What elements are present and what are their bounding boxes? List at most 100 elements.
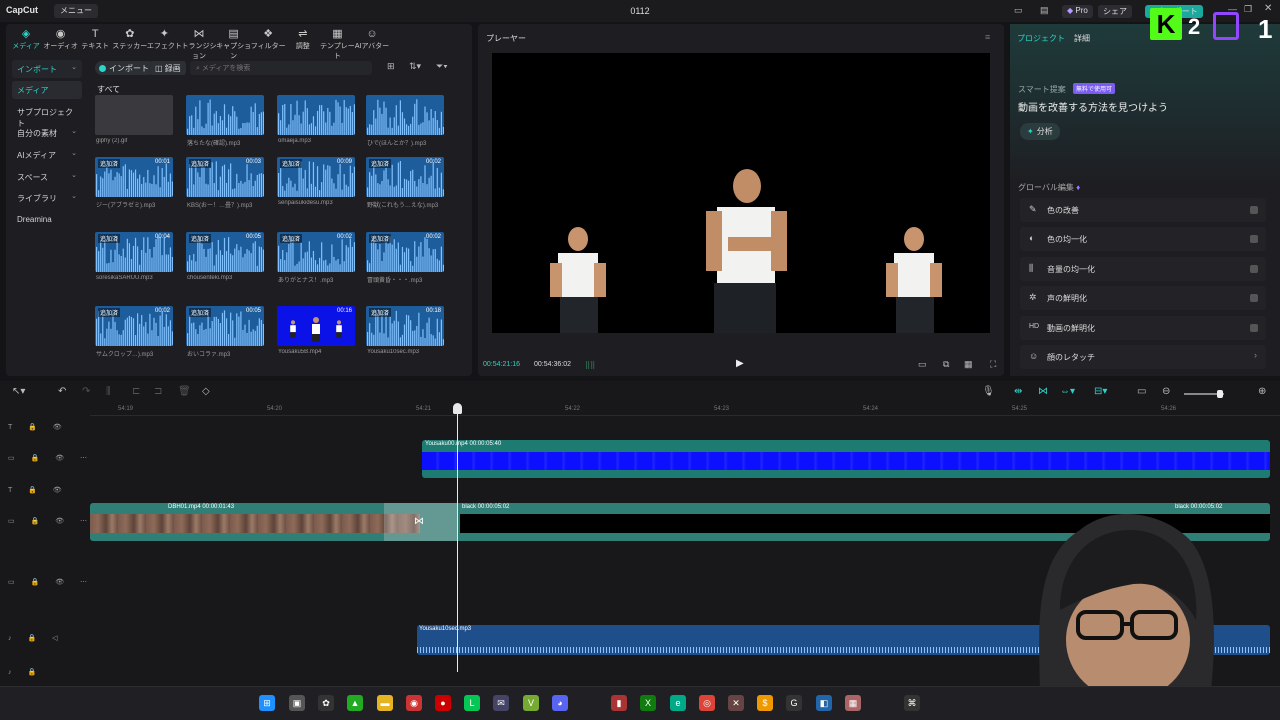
nvidia-icon[interactable]: ▲ — [347, 695, 363, 711]
app2-icon[interactable]: ◧ — [816, 695, 832, 711]
media-item[interactable]: 追加済 00:04 — [95, 232, 173, 272]
player-menu-icon[interactable]: ≡ — [985, 32, 990, 42]
redo-icon[interactable]: ↷ — [82, 386, 90, 397]
media-item[interactable] — [277, 95, 355, 135]
share-button[interactable]: シェア — [1098, 5, 1132, 18]
sidebar-item-6[interactable]: ライブラリ ⌄ — [12, 189, 82, 207]
feature-toggle[interactable] — [1250, 264, 1258, 273]
snap-icon[interactable]: ⇔▾ — [1060, 386, 1075, 397]
line-icon[interactable]: L — [464, 695, 480, 711]
feature-face[interactable]: ☺ 顔のレタッチ › — [1020, 345, 1266, 369]
zoom-in-icon[interactable]: ⊕ — [1258, 386, 1266, 397]
tab-text[interactable]: T テキスト — [77, 28, 113, 51]
ratio-icon[interactable]: ▭ — [918, 359, 927, 370]
window-icon[interactable]: ▤ — [1040, 5, 1049, 16]
media-item[interactable]: 追加済 00:01 — [95, 157, 173, 197]
v-icon[interactable]: V — [523, 695, 539, 711]
tab-caption[interactable]: ▤ キャプション — [216, 28, 252, 61]
media-item[interactable]: 00:16 — [277, 306, 355, 346]
xbox-icon[interactable]: X — [640, 695, 656, 711]
edge-icon[interactable]: e — [670, 695, 686, 711]
media-item[interactable]: 追加済 00:02 — [95, 306, 173, 346]
media-item[interactable]: 追加済 00:03 — [186, 157, 264, 197]
transition-icon[interactable]: ⋈ — [414, 516, 424, 527]
tab-transition[interactable]: ⋈ トランジション — [181, 28, 217, 61]
media-item[interactable]: 追加済 00:18 — [366, 306, 444, 346]
video-preview[interactable] — [492, 53, 990, 333]
folder-icon[interactable]: ▬ — [377, 695, 393, 711]
tab-project[interactable]: プロジェクト — [1017, 33, 1065, 44]
fullscreen-icon[interactable]: ⛶ — [990, 359, 996, 370]
playhead[interactable] — [457, 404, 458, 672]
media-item[interactable]: 追加済 00:05 — [186, 306, 264, 346]
sidebar-item-7[interactable]: Dreamina — [12, 211, 82, 229]
mic-icon[interactable]: 🎙 — [982, 386, 995, 397]
import-toggle[interactable]: インポート — [95, 61, 155, 75]
analyze-button[interactable]: ✦ 分析 — [1020, 123, 1060, 140]
caption-icon[interactable]: ▭ — [1137, 386, 1146, 397]
marker-icon[interactable]: ◇ — [202, 386, 210, 397]
feature-color-wand[interactable]: ✎ 色の改善 — [1020, 198, 1266, 222]
game-icon[interactable]: ✕ — [728, 695, 744, 711]
chat-icon[interactable]: ✉ — [493, 695, 509, 711]
media-item[interactable] — [366, 95, 444, 135]
delete-icon[interactable]: 🗑 — [178, 386, 191, 397]
feature-hd[interactable]: HD 動画の鮮明化 — [1020, 315, 1266, 340]
magnet-icon[interactable]: ⋈ — [1038, 386, 1048, 397]
file-manager-icon[interactable]: ▣ — [289, 695, 305, 711]
media-search-input[interactable]: ⌕ メディアを検索 — [190, 61, 372, 75]
track-control-icons[interactable]: ▭ 🔒 👁 ⋯ — [8, 454, 94, 462]
image-icon[interactable]: ▦ — [845, 695, 861, 711]
feature-volume[interactable]: ⫼ 音量の均一化 — [1020, 256, 1266, 281]
sidebar-item-5[interactable]: スペース ⌄ — [12, 168, 82, 186]
feature-voice[interactable]: ✲ 声の鮮明化 — [1020, 286, 1266, 311]
coin-icon[interactable]: $ — [757, 695, 773, 711]
media-item[interactable] — [186, 95, 264, 135]
record-button[interactable]: ◫ 録画 — [150, 61, 186, 75]
feature-toggle[interactable] — [1250, 323, 1258, 332]
layout-icon[interactable]: ▭ — [1014, 5, 1023, 16]
undo-icon[interactable]: ↶ — [58, 386, 66, 397]
tab-sticker[interactable]: ✿ ステッカー — [112, 28, 148, 51]
g-icon[interactable]: G — [786, 695, 802, 711]
sort-icon[interactable]: ⇅▾ — [409, 61, 421, 72]
close-icon[interactable]: ✕ — [1264, 3, 1272, 14]
track-control-icons[interactable]: T 🔒 👁 — [8, 486, 69, 494]
trim-right-icon[interactable]: ⊐ — [154, 386, 162, 397]
sidebar-item-2[interactable]: サブプロジェクト — [12, 103, 82, 128]
tab-audio[interactable]: ◉ オーディオ — [43, 28, 79, 51]
media-item[interactable]: 追加済 00:02 — [366, 157, 444, 197]
chrome-icon[interactable]: ◎ — [699, 695, 715, 711]
lips-icon[interactable]: ◉ — [406, 695, 422, 711]
tab-details[interactable]: 詳細 — [1074, 33, 1090, 44]
trim-left-icon[interactable]: ⊏ — [132, 386, 140, 397]
split-icon[interactable]: ⫼ — [106, 386, 111, 397]
media-item[interactable]: 追加済 00:09 — [277, 157, 355, 197]
tab-effect[interactable]: ✦ エフェクト — [146, 28, 182, 51]
sidebar-item-0[interactable]: インポート ⌄ — [12, 60, 82, 78]
ratio-select-icon[interactable]: ▦ — [964, 359, 973, 370]
feature-toggle[interactable] — [1250, 294, 1258, 303]
pro-button[interactable]: ◆ Pro — [1062, 5, 1093, 18]
app-icon[interactable]: ▮ — [611, 695, 627, 711]
preview-axis-icon[interactable]: ⊟▾ — [1094, 386, 1107, 397]
link-icon[interactable]: ⇹ — [1014, 386, 1022, 397]
tab-avatar[interactable]: ☺ AIアバター — [354, 28, 390, 51]
tab-template[interactable]: ▦ テンプレート — [319, 28, 355, 61]
track-control-icons[interactable]: ▭ 🔒 👁 ⋯ — [8, 517, 94, 525]
filter-icon[interactable]: ⏷▾ — [436, 61, 448, 72]
media-item[interactable]: 追加済 00:02 — [277, 232, 355, 272]
feature-color-match[interactable]: ◐ 色の均一化 — [1020, 227, 1266, 252]
tab-filter[interactable]: ❖ フィルター — [250, 28, 286, 51]
sidebar-item-3[interactable]: 自分の素材 ⌄ — [12, 124, 82, 142]
tab-media[interactable]: ◈ メディア — [8, 28, 44, 51]
sidebar-item-4[interactable]: AIメディア ⌄ — [12, 146, 82, 164]
discord-icon[interactable]: ◕ — [552, 695, 568, 711]
zoom-slider-handle[interactable] — [1217, 390, 1223, 398]
grid-view-icon[interactable]: ⊞ — [387, 61, 395, 72]
windows-icon[interactable]: ⊞ — [259, 695, 275, 711]
play-button[interactable]: ▶ — [736, 358, 744, 369]
track-control-icons[interactable]: T 🔒 👁 — [8, 423, 69, 431]
zoom-out-icon[interactable]: ⊖ — [1162, 386, 1170, 397]
feature-toggle[interactable] — [1250, 235, 1258, 244]
